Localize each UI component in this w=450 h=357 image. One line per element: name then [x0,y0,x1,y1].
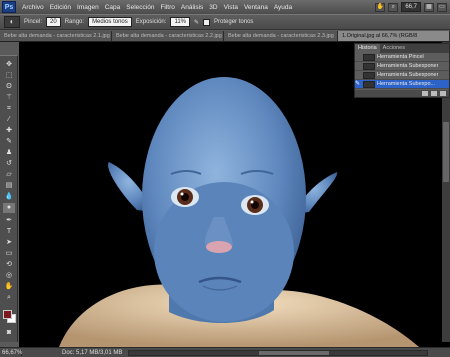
menu-imagen[interactable]: Imagen [74,4,102,11]
menu-ayuda[interactable]: Ayuda [271,4,295,11]
exposure-field[interactable]: 11% [170,17,191,27]
arrange-documents-icon[interactable]: ▦ [424,2,434,12]
brush-state-icon [363,53,375,61]
menu-archivo[interactable]: Archivo [19,4,47,11]
panel-footer [355,90,449,97]
protect-tones-checkbox[interactable] [203,18,211,26]
zoom-tool-icon[interactable]: ⌕ [388,2,399,12]
screen-mode-icon[interactable]: ▭ [437,2,447,12]
lasso-tool-icon[interactable]: ʘ [3,82,15,92]
photoshop-logo: Ps [2,1,16,13]
history-panel: Historia Acciones Herramienta Pincel Her… [354,43,450,98]
history-brush-source-icon[interactable]: ✎ [355,80,363,88]
menu-filtro[interactable]: Filtro [157,4,177,11]
foreground-color-swatch[interactable] [3,310,12,319]
zoom-level-field[interactable]: 66,7 [401,2,421,12]
airbrush-icon[interactable]: ✎ [194,19,199,26]
path-selection-tool-icon[interactable]: ➤ [3,238,15,248]
burn-state-icon [363,71,375,79]
options-bar: ◐ Pincel: 20 Rango: Medios tonos Exposic… [0,14,450,30]
blur-tool-icon[interactable]: 💧 [3,192,15,202]
tab-acciones[interactable]: Acciones [380,44,408,53]
panel-tabs: Historia Acciones [355,44,449,53]
history-item-label: Herramienta Subexponer [377,72,439,78]
menu-ventana[interactable]: Ventana [241,4,271,11]
eraser-tool-icon[interactable]: ▱ [3,170,15,180]
history-item-label: Herramienta Subexpo... [377,81,436,87]
clone-stamp-tool-icon[interactable]: ♟ [3,148,15,158]
3d-camera-tool-icon[interactable]: ◎ [3,271,15,281]
pen-tool-icon[interactable]: ✒ [3,216,15,226]
hand-tool-icon[interactable]: ✋ [3,282,15,292]
menu-3d[interactable]: 3D [206,4,220,11]
tab-document-1[interactable]: Bebe alta demanda - caracteristicas 2.1.… [0,31,112,41]
menu-seleccion[interactable]: Selección [123,4,157,11]
document-size-info[interactable]: Doc: 5,17 MB/3,01 MB [22,350,122,356]
protect-tones-label: Proteger tonos [214,19,254,25]
range-label: Rango: [64,19,85,25]
menu-bar: Ps Archivo Edición Imagen Capa Selección… [0,0,450,14]
shape-tool-icon[interactable]: ▭ [3,249,15,259]
healing-brush-tool-icon[interactable]: ✚ [3,126,15,136]
burn-state-icon [363,80,375,88]
new-snapshot-icon[interactable] [431,91,437,96]
tab-document-active[interactable]: 1.Original.jpg al 66,7% (RGB/8 [338,31,450,41]
eyedropper-tool-icon[interactable]: ⁄ [3,115,15,125]
hand-tool-icon[interactable]: ✋ [375,2,386,12]
tab-historia[interactable]: Historia [355,44,380,53]
burn-tool-icon[interactable]: ● [3,203,15,213]
scrollbar-thumb[interactable] [259,351,329,355]
menu-analisis[interactable]: Análisis [178,4,206,11]
menu-vista[interactable]: Vista [221,4,241,11]
quick-mask-icon[interactable]: ◙ [3,328,15,338]
history-item-selected[interactable]: ✎ Herramienta Subexpo... [355,80,449,89]
magic-wand-tool-icon[interactable]: ⚚ [3,93,15,103]
crop-tool-icon[interactable]: ⌗ [3,104,15,114]
zoom-percentage-field[interactable]: 66,67% [0,349,22,356]
type-tool-icon[interactable]: T [3,227,15,237]
menu-capa[interactable]: Capa [102,4,124,11]
document-tabs: Bebe alta demanda - caracteristicas 2.1.… [0,31,450,42]
menu-edicion[interactable]: Edición [47,4,74,11]
new-document-from-state-icon[interactable] [422,91,428,96]
tab-document-2[interactable]: Bebe alta demanda - caracteristicas 2.2.… [112,31,224,41]
brush-size-picker[interactable]: 20 [46,17,61,27]
toolbox: ✥ ⬚ ʘ ⚚ ⌗ ⁄ ✚ ✎ ♟ ↺ ▱ ▤ 💧 ● ✒ T ➤ ▭ ⟲ ◎ … [0,55,18,342]
exposure-label: Exposición: [135,19,167,25]
status-bar: 66,67% Doc: 5,17 MB/3,01 MB [0,347,450,357]
history-item[interactable]: Herramienta Subexponer [355,62,449,71]
history-brush-tool-icon[interactable]: ↺ [3,159,15,169]
range-select[interactable]: Medios tonos [88,17,132,27]
brush-tool-icon[interactable]: ✎ [3,137,15,147]
history-item-label: Herramienta Pincel [377,54,424,60]
marquee-tool-icon[interactable]: ⬚ [3,71,15,81]
zoom-tool-icon[interactable]: ⌕ [3,293,15,303]
history-item[interactable]: Herramienta Subexponer [355,71,449,80]
trash-icon[interactable] [440,91,446,96]
tab-document-3[interactable]: Bebe alta demanda - caracteristicas 2.3.… [224,31,338,41]
history-item[interactable]: Herramienta Pincel [355,53,449,62]
tool-preset-picker[interactable]: ◐ [4,16,20,28]
history-item-label: Herramienta Subexponer [377,63,439,69]
horizontal-scrollbar[interactable] [128,350,428,356]
brush-label: Pincel: [24,19,43,25]
burn-state-icon [363,62,375,70]
gradient-tool-icon[interactable]: ▤ [3,181,15,191]
3d-rotate-tool-icon[interactable]: ⟲ [3,260,15,270]
move-tool-icon[interactable]: ✥ [3,60,15,70]
